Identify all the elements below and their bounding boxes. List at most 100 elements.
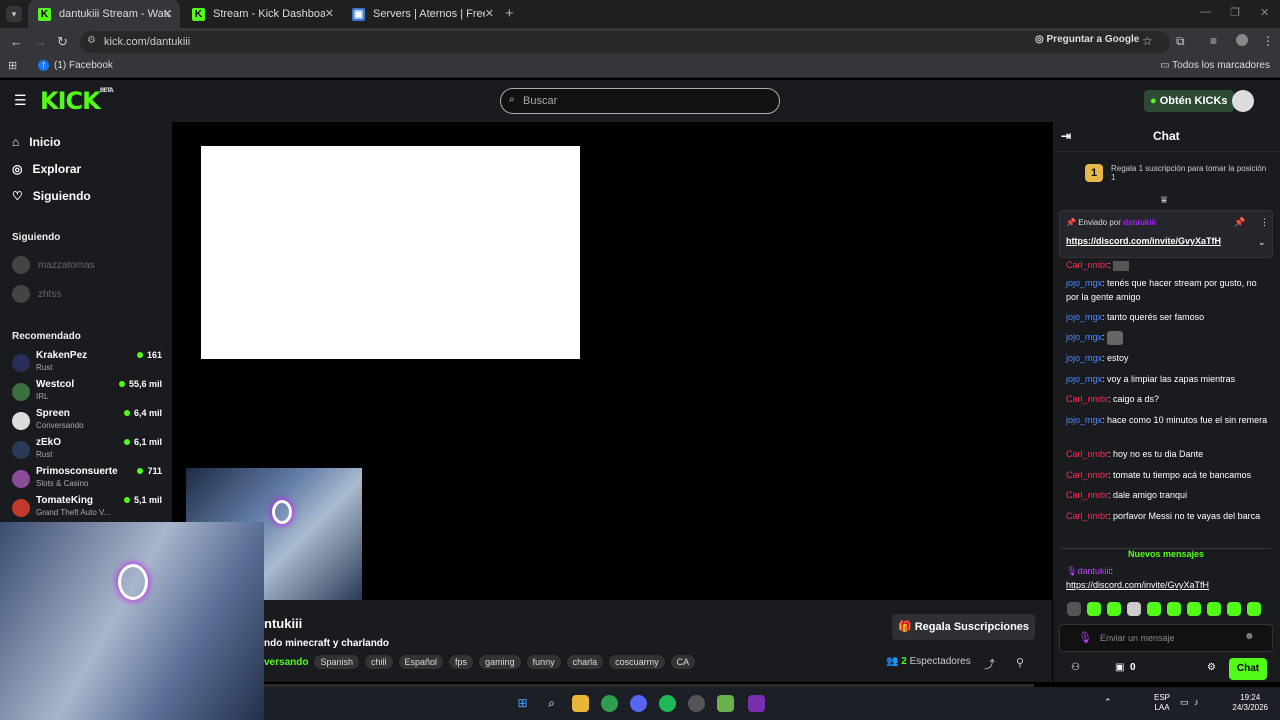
chat-user[interactable]: Carl_nmbr <box>1066 470 1108 480</box>
obs-icon[interactable] <box>748 695 765 712</box>
network-icon[interactable]: ▭ <box>1180 697 1189 708</box>
streamer-name[interactable]: ntukiii <box>264 616 302 631</box>
kick-logo[interactable]: KICKBETA <box>40 87 114 115</box>
extensions-icon[interactable]: ⧉ <box>1176 34 1185 49</box>
get-kicks-button[interactable]: ● Obtén KICKs <box>1144 90 1234 112</box>
chevron-up-icon[interactable]: ⌃ <box>1104 697 1112 708</box>
forward-icon[interactable]: → <box>34 34 47 49</box>
following-item[interactable]: mazzatomas <box>12 256 95 274</box>
nav-home[interactable]: ⌂ Inicio <box>12 135 61 149</box>
emote[interactable] <box>1187 602 1201 616</box>
emote[interactable] <box>1207 602 1221 616</box>
all-bookmarks[interactable]: ▭ Todos los marcadores <box>1160 60 1270 71</box>
pin-icon[interactable]: 📌 <box>1234 217 1245 228</box>
bookmark-star-icon[interactable]: ☆ <box>1142 34 1153 48</box>
chat-user[interactable]: Carl_nmbr <box>1066 449 1108 459</box>
chat-user[interactable]: jojo_mgx <box>1066 332 1102 342</box>
nav-following[interactable]: ♡ Siguiendo <box>12 189 91 203</box>
tab-kick-dashboard[interactable]: K Stream - Kick Dashboard ✕ <box>182 0 342 28</box>
tag[interactable]: fps <box>449 655 474 669</box>
hamburger-icon[interactable]: ☰ <box>14 92 27 109</box>
bookmark-facebook[interactable]: f (1) Facebook <box>38 60 113 71</box>
pinned-link[interactable]: https://discord.com/invite/GvyXaTfH <box>1066 236 1221 246</box>
chat-user[interactable]: Carl_nmbr <box>1066 260 1108 270</box>
share-icon[interactable]: ⤴ <box>984 656 995 672</box>
tag[interactable]: chill <box>365 655 393 669</box>
recommended-item[interactable]: Spreen Conversando 6,4 mil <box>12 408 162 436</box>
minecraft-icon[interactable] <box>717 695 734 712</box>
emote[interactable] <box>1067 602 1081 616</box>
tag[interactable]: Spanish <box>314 655 359 669</box>
following-item[interactable]: zhtss <box>12 285 61 303</box>
media-icon[interactable]: ≡ <box>1210 34 1217 48</box>
tab-aternos[interactable]: ▣ Servers | Aternos | Free Minecra ✕ <box>342 0 502 28</box>
avatar[interactable] <box>1232 90 1254 112</box>
users-icon[interactable]: ⚇ <box>1071 662 1080 673</box>
chevron-down-icon[interactable]: ⌄ <box>1258 237 1266 248</box>
emote[interactable] <box>1107 602 1121 616</box>
collapse-chat-icon[interactable]: ⇥ <box>1061 129 1071 143</box>
gift-icon[interactable]: ▣ <box>1115 662 1124 673</box>
tag[interactable]: charla <box>566 655 604 669</box>
chat-user[interactable]: Carl_nmbr <box>1066 511 1108 521</box>
user-add-icon[interactable]: ⚲ <box>1016 656 1024 669</box>
chat-user[interactable]: jojo_mgx <box>1066 374 1102 384</box>
search-input[interactable]: ⌕ Buscar <box>500 88 780 114</box>
discord-icon[interactable] <box>630 695 647 712</box>
back-icon[interactable]: ← <box>10 34 23 49</box>
recommended-item[interactable]: zEkO Rust 6,1 mil <box>12 437 162 465</box>
language-indicator[interactable]: ESP LAA <box>1154 693 1170 713</box>
volume-icon[interactable]: ♪ <box>1194 697 1199 707</box>
tab-list-button[interactable]: ▾ <box>6 6 22 22</box>
chat-user[interactable]: dantukiii <box>1077 566 1110 576</box>
tag[interactable]: gaming <box>479 655 521 669</box>
settings-icon[interactable]: ⚙ <box>1207 662 1216 673</box>
emote[interactable] <box>1227 602 1241 616</box>
filter-icon[interactable]: ⩸ <box>1161 195 1167 206</box>
apps-grid-icon[interactable]: ⊞ <box>8 59 17 72</box>
category-link[interactable]: versando <box>264 657 308 668</box>
omnibox[interactable]: ⚙ kick.com/dantukiii ◎ Preguntar a Googl… <box>80 31 1170 53</box>
chat-link[interactable]: https://discord.com/invite/GvyXaTfH <box>1066 578 1271 592</box>
reload-icon[interactable]: ↻ <box>57 34 68 50</box>
chat-user[interactable]: Carl_nmbr <box>1066 490 1108 500</box>
tag[interactable]: CA <box>670 655 696 669</box>
pinned-message[interactable]: 📌 Enviado por dantukiii https://discord.… <box>1059 210 1273 258</box>
emote[interactable] <box>1247 602 1261 616</box>
ask-google-button[interactable]: ◎ Preguntar a Google <box>1035 34 1139 45</box>
recommended-item[interactable]: KrakenPez Rust 161 <box>12 350 162 378</box>
emote[interactable] <box>1087 602 1101 616</box>
recommended-item[interactable]: Primosconsuerte Slots & Casino 711 <box>12 466 162 494</box>
chat-input[interactable]: 🎙 Enviar un mensaje ☻ <box>1059 624 1273 652</box>
emote[interactable] <box>1147 602 1161 616</box>
chat-user[interactable]: jojo_mgx <box>1066 415 1102 425</box>
tag[interactable]: Español <box>398 655 444 669</box>
clock[interactable]: 19:24 24/3/2026 <box>1232 693 1268 713</box>
menu-icon[interactable]: ⋮ <box>1262 34 1274 48</box>
close-icon[interactable]: ✕ <box>325 7 334 20</box>
send-chat-button[interactable]: Chat <box>1229 658 1267 680</box>
chat-user[interactable]: jojo_mgx <box>1066 278 1102 288</box>
maximize-icon[interactable]: ❐ <box>1230 6 1240 19</box>
url-text[interactable]: kick.com/dantukiii <box>104 36 190 48</box>
tab-kick-stream[interactable]: K dantukiii Stream - Watch Live o ✕ <box>28 0 180 28</box>
gift-subs-button[interactable]: 🎁 Regala Suscripciones <box>892 614 1035 640</box>
chat-user[interactable]: jojo_mgx <box>1066 353 1102 363</box>
recommended-item[interactable]: Westcol IRL 55,6 mil <box>12 379 162 407</box>
close-icon[interactable]: ✕ <box>485 7 494 20</box>
steam-icon[interactable] <box>688 695 705 712</box>
windows-start-icon[interactable]: ⊞ <box>514 695 531 712</box>
spotify-icon[interactable] <box>659 695 676 712</box>
minimize-icon[interactable]: — <box>1200 6 1211 18</box>
recommended-item[interactable]: TomateKing Grand Theft Auto V... 5,1 mil <box>12 495 162 523</box>
tag[interactable]: coscuarmy <box>609 655 665 669</box>
more-icon[interactable]: ⋮ <box>1260 217 1269 228</box>
chat-user[interactable]: jojo_mgx <box>1066 312 1102 322</box>
site-info-icon[interactable]: ⚙ <box>87 35 96 46</box>
tag[interactable]: funny <box>526 655 561 669</box>
emote[interactable] <box>1127 602 1141 616</box>
emoji-icon[interactable]: ☻ <box>1244 631 1255 642</box>
gift-leaderboard[interactable]: 1 Regala 1 suscripción para tomar la pos… <box>1053 154 1280 194</box>
profile-icon[interactable] <box>1236 34 1248 46</box>
chat-user[interactable]: Carl_nmbr <box>1066 394 1108 404</box>
